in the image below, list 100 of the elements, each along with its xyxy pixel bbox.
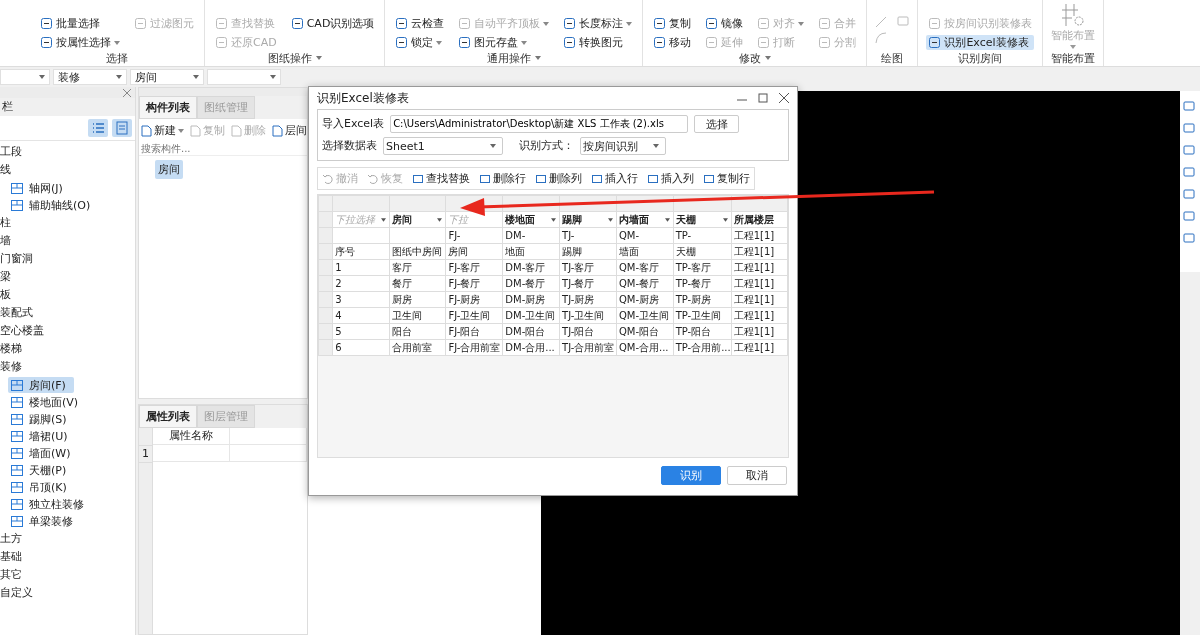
tree-item[interactable]: 线 bbox=[0, 161, 135, 179]
table-edit-icon bbox=[703, 172, 715, 185]
group-label-button[interactable]: 选择 bbox=[38, 50, 196, 66]
tree-item[interactable]: 天棚(P) bbox=[8, 462, 75, 478]
toolbar-button[interactable]: 插入行 bbox=[591, 171, 638, 186]
file-path-field[interactable]: C:\Users\Administrator\Desktop\新建 XLS 工作表 (2).xls bbox=[390, 115, 689, 133]
toolbar-button[interactable]: 插入列 bbox=[647, 171, 694, 186]
table-cell: 2 bbox=[332, 275, 390, 292]
tree-item[interactable]: 自定义 bbox=[0, 584, 135, 602]
tree-item[interactable]: 装修 bbox=[0, 358, 135, 376]
toolbar-button[interactable]: 新建 bbox=[141, 123, 184, 138]
ribbon-button[interactable]: 批量选择 bbox=[38, 16, 122, 31]
search-field[interactable]: 搜索构件... bbox=[139, 142, 307, 156]
ribbon-button[interactable]: 云检查 bbox=[393, 16, 447, 31]
filter-dropdown[interactable]: 房间 bbox=[130, 69, 204, 85]
group-label-button[interactable]: 智能布置 bbox=[1051, 50, 1096, 66]
tree-item[interactable]: 基础 bbox=[0, 548, 135, 566]
document-icon bbox=[190, 124, 201, 137]
filter-dropdown[interactable] bbox=[0, 69, 50, 85]
toolbar-button[interactable]: 删除列 bbox=[535, 171, 582, 186]
table-cell: TP-卫生间 bbox=[673, 307, 732, 324]
table-cell: DM-客厅 bbox=[502, 259, 560, 276]
tree-item[interactable]: 轴网(J) bbox=[8, 180, 71, 196]
sheet-dropdown[interactable]: Sheet1 bbox=[383, 137, 503, 155]
group-label-button[interactable]: 绘图 bbox=[875, 50, 910, 66]
ribbon-button[interactable]: 长度标注 bbox=[561, 16, 635, 31]
tree-item[interactable]: 楼地面(V) bbox=[8, 394, 87, 410]
filter-dropdown[interactable] bbox=[207, 69, 281, 85]
view-icon[interactable] bbox=[1182, 231, 1196, 245]
column-dropdown[interactable]: 踢脚 bbox=[559, 211, 617, 228]
caret-icon bbox=[380, 217, 386, 222]
tree-item[interactable]: 楼梯 bbox=[0, 340, 135, 358]
tool-icon bbox=[458, 36, 472, 49]
component-icon bbox=[10, 412, 24, 426]
toolbar-button[interactable]: 删除行 bbox=[479, 171, 526, 186]
ribbon-button[interactable]: 按属性选择 bbox=[38, 35, 122, 50]
ribbon-button[interactable]: 转换图元 bbox=[561, 35, 635, 50]
tree-item[interactable]: 板 bbox=[0, 286, 135, 304]
group-label-button[interactable]: 识别房间 bbox=[926, 50, 1035, 66]
toolbar-button[interactable]: 层间 bbox=[272, 123, 307, 138]
column-dropdown[interactable]: 所属楼层 bbox=[731, 211, 788, 228]
component-icon bbox=[10, 395, 24, 409]
view-icon[interactable] bbox=[1182, 187, 1196, 201]
ribbon-button[interactable]: 镜像 bbox=[703, 16, 746, 31]
table-cell: DM- bbox=[502, 227, 560, 244]
toolbar-button[interactable]: 查找替换 bbox=[412, 171, 470, 186]
ribbon-button[interactable]: 图元存盘 bbox=[456, 35, 552, 50]
filter-dropdown[interactable]: 装修 bbox=[53, 69, 127, 85]
tree-item[interactable]: 门窗洞 bbox=[0, 250, 135, 268]
table-cell: 合用前室 bbox=[389, 339, 446, 356]
tree-item[interactable]: 空心楼盖 bbox=[0, 322, 135, 340]
tree-item[interactable]: 独立柱装修 bbox=[8, 496, 92, 512]
view-icon[interactable] bbox=[1182, 209, 1196, 223]
tree-item[interactable]: 房间(F) bbox=[8, 377, 74, 393]
tree-item[interactable]: 梁 bbox=[0, 268, 135, 286]
tree-item[interactable]: 单梁装修 bbox=[8, 513, 81, 529]
ribbon-button[interactable]: 锁定 bbox=[393, 35, 447, 50]
panel-tab[interactable]: 构件列表 bbox=[139, 96, 197, 119]
recognize-button[interactable]: 识别 bbox=[661, 466, 721, 485]
tree-item[interactable]: 其它 bbox=[0, 566, 135, 584]
toolbar-button[interactable]: 复制行 bbox=[703, 171, 750, 186]
view-icon[interactable] bbox=[1182, 99, 1196, 113]
ribbon-button[interactable]: CAD识别选项 bbox=[288, 16, 377, 31]
ribbon-button[interactable]: 识别Excel装修表 bbox=[926, 35, 1035, 50]
tree-item[interactable]: 工段 bbox=[0, 143, 135, 161]
rectangle-icon[interactable] bbox=[897, 16, 910, 26]
group-label-button[interactable]: 通用操作 bbox=[393, 50, 635, 66]
table-cell: TP- bbox=[673, 227, 732, 244]
list-item[interactable]: 房间 bbox=[155, 160, 183, 179]
cancel-button[interactable]: 取消 bbox=[727, 466, 787, 485]
list-view-icon[interactable] bbox=[88, 119, 108, 137]
close-icon[interactable] bbox=[779, 93, 789, 103]
view-icon[interactable] bbox=[1182, 165, 1196, 179]
group-label-button[interactable]: 图纸操作 bbox=[213, 50, 377, 66]
tree-item[interactable]: 踢脚(S) bbox=[8, 411, 75, 427]
arc-icon[interactable] bbox=[875, 32, 888, 44]
ribbon-button[interactable]: 复制 bbox=[651, 16, 694, 31]
view-icon[interactable] bbox=[1182, 143, 1196, 157]
column-dropdown[interactable]: 天棚 bbox=[673, 211, 732, 228]
column-dropdown[interactable]: 房间 bbox=[389, 211, 446, 228]
maximize-icon[interactable] bbox=[758, 93, 768, 103]
column-dropdown[interactable]: 楼地面 bbox=[502, 211, 560, 228]
tree-item[interactable]: 墙裙(U) bbox=[8, 428, 76, 444]
tree-item[interactable]: 墙 bbox=[0, 232, 135, 250]
table-cell: 房间 bbox=[445, 243, 503, 260]
detail-view-icon[interactable] bbox=[112, 119, 132, 137]
tree-item[interactable]: 土方 bbox=[0, 530, 135, 548]
choose-button[interactable]: 选择 bbox=[694, 115, 740, 133]
tree-item[interactable]: 辅助轴线(O) bbox=[8, 197, 99, 213]
view-icon[interactable] bbox=[1182, 121, 1196, 135]
tree-item[interactable]: 吊顶(K) bbox=[8, 479, 75, 495]
tree-item[interactable]: 装配式 bbox=[0, 304, 135, 322]
group-label-button[interactable]: 修改 bbox=[651, 50, 859, 66]
tree-item[interactable]: 柱 bbox=[0, 214, 135, 232]
mode-dropdown[interactable]: 按房间识别 bbox=[580, 137, 666, 155]
column-dropdown[interactable]: 内墙面 bbox=[616, 211, 674, 228]
panel-tab[interactable]: 属性列表 bbox=[139, 405, 197, 428]
tree-item[interactable]: 墙面(W) bbox=[8, 445, 79, 461]
line-icon[interactable] bbox=[875, 16, 888, 28]
ribbon-button[interactable]: 移动 bbox=[651, 35, 694, 50]
